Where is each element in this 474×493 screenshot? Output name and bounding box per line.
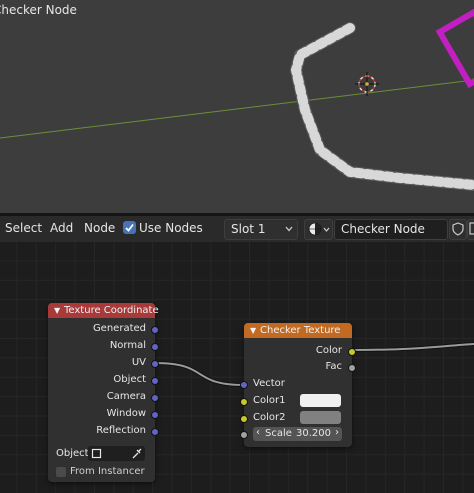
duplicate-material-button[interactable] (467, 219, 474, 240)
input-color2-label: Color2 (253, 412, 286, 423)
chevron-down-icon (285, 226, 293, 232)
input-scale-socket[interactable] (240, 431, 248, 439)
input-color2-socket[interactable] (240, 415, 248, 423)
checker-curve (290, 23, 474, 190)
output-window-socket[interactable] (151, 411, 159, 419)
viewport-title: Checker Node (0, 3, 77, 17)
output-uv-label: UV (131, 357, 146, 368)
menu-add[interactable]: Add (50, 221, 73, 235)
checker-texture-node[interactable]: ▼ Checker Texture Color Fac Vector Color… (240, 323, 356, 447)
curve-shadow (289, 22, 474, 191)
output-camera-label: Camera (106, 391, 146, 402)
texture-coordinate-header[interactable]: ▼ Texture Coordinate (48, 303, 159, 318)
checker-texture-header[interactable]: ▼ Checker Texture (244, 323, 352, 338)
object-cube-icon (91, 448, 102, 459)
collapse-arrow-icon[interactable]: ▼ (54, 303, 60, 318)
output-reflection-socket[interactable] (151, 428, 159, 436)
chevron-left-icon[interactable]: ‹ (256, 427, 260, 438)
scale-label: Scale (265, 428, 292, 439)
output-color-socket[interactable] (348, 348, 356, 356)
fake-user-button[interactable] (449, 219, 467, 240)
shield-icon (452, 222, 464, 236)
material-sphere-icon (308, 222, 322, 236)
scale-value: 30.200 (296, 428, 331, 439)
output-generated-label: Generated (92, 323, 146, 334)
output-generated-socket[interactable] (151, 326, 159, 334)
from-instancer-checkbox[interactable] (56, 467, 66, 477)
link-uv-vector (154, 362, 245, 386)
3d-viewport[interactable]: Checker Node (0, 0, 474, 213)
material-name-field[interactable]: Checker Node (334, 219, 448, 240)
output-window-label: Window (106, 408, 146, 419)
viewport-scene (0, 7, 474, 191)
output-fac-label: Fac (325, 361, 342, 372)
scale-field[interactable]: ‹ Scale 30.200 › (253, 427, 342, 441)
input-vector-socket[interactable] (240, 381, 248, 389)
output-reflection-label: Reflection (96, 425, 146, 436)
node-editor-canvas[interactable]: ▼ Texture Coordinate Generated Normal UV… (0, 242, 474, 493)
selected-object-outline (435, 7, 474, 89)
texture-coordinate-title: Texture Coordinate (64, 305, 159, 316)
checkmark-icon (125, 223, 134, 232)
chevron-down-icon (323, 227, 330, 232)
texture-coordinate-node[interactable]: ▼ Texture Coordinate Generated Normal UV… (48, 303, 159, 482)
from-instancer-label: From Instancer (70, 466, 145, 477)
object-picker-field[interactable] (88, 446, 145, 461)
collapse-arrow-icon[interactable]: ▼ (250, 323, 256, 338)
use-nodes-checkbox[interactable] (123, 221, 136, 234)
object-field-label: Object: (56, 448, 92, 459)
menu-select[interactable]: Select (5, 221, 42, 235)
slot-value: Slot 1 (231, 222, 266, 236)
output-normal-label: Normal (109, 340, 146, 351)
color2-swatch[interactable] (300, 411, 341, 424)
eyedropper-icon[interactable] (131, 448, 142, 459)
output-color-label: Color (315, 345, 342, 356)
output-normal-socket[interactable] (151, 343, 159, 351)
input-color1-label: Color1 (253, 395, 286, 406)
checker-texture-title: Checker Texture (260, 325, 341, 336)
slot-dropdown[interactable]: Slot 1 (224, 219, 298, 240)
output-camera-socket[interactable] (151, 394, 159, 402)
use-nodes-label[interactable]: Use Nodes (139, 221, 203, 235)
menu-node[interactable]: Node (84, 221, 115, 235)
output-fac-socket[interactable] (348, 364, 356, 372)
node-editor-header: Select Add Node Use Nodes Slot 1 Checker… (0, 216, 474, 242)
chevron-right-icon[interactable]: › (335, 427, 339, 438)
copy-icon (469, 222, 474, 235)
output-uv-socket[interactable] (151, 360, 159, 368)
output-object-socket[interactable] (151, 377, 159, 385)
color1-swatch[interactable] (300, 394, 341, 407)
material-browse-button[interactable] (304, 219, 333, 240)
output-object-label: Object (113, 374, 146, 385)
input-color1-socket[interactable] (240, 398, 248, 406)
x-axis-line (0, 79, 474, 139)
material-name-value: Checker Node (341, 222, 425, 236)
input-vector-label: Vector (253, 378, 285, 389)
